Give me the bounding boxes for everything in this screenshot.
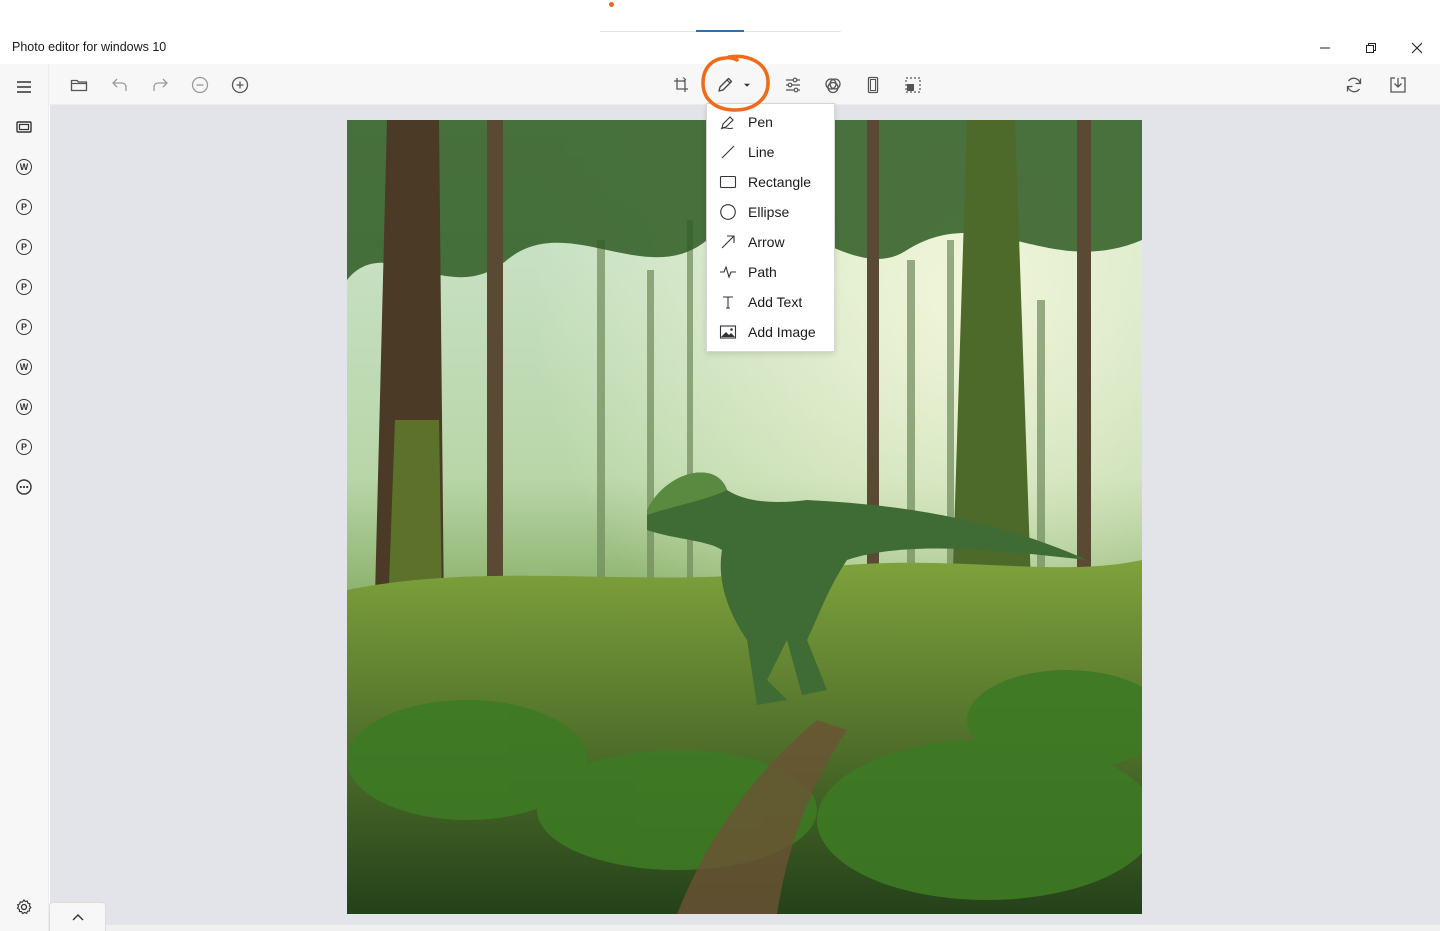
ellipse-icon [719, 203, 737, 221]
rail-item-w2[interactable]: W [12, 355, 36, 379]
minimize-button[interactable] [1302, 32, 1348, 63]
redo-icon [153, 78, 168, 91]
menu-item-label: Ellipse [748, 204, 790, 220]
menu-icon [17, 81, 31, 93]
zoom-out-button[interactable] [187, 72, 213, 98]
close-button[interactable] [1394, 32, 1440, 63]
rail-item-p1[interactable]: P [12, 195, 36, 219]
rail-item-w3[interactable]: W [12, 395, 36, 419]
path-icon [719, 263, 737, 281]
redo-button[interactable] [147, 72, 173, 98]
restore-button[interactable] [1348, 32, 1394, 63]
menu-item-label: Path [748, 264, 777, 280]
menu-item-add-text[interactable]: Add Text [707, 287, 834, 317]
text-icon [719, 293, 737, 311]
menu-item-label: Arrow [748, 234, 785, 250]
pen-icon [718, 77, 733, 92]
crop-portrait-icon [867, 76, 879, 94]
rail-film-button[interactable] [12, 115, 36, 139]
refresh-button[interactable] [1341, 72, 1367, 98]
menu-item-label: Add Text [748, 294, 803, 310]
close-icon [1411, 42, 1423, 53]
left-rail: W P P P P W W P [0, 64, 49, 931]
menu-item-arrow[interactable]: Arrow [707, 227, 834, 257]
rail-item-p2[interactable]: P [12, 235, 36, 259]
notification-dot [609, 2, 614, 7]
adjust-button[interactable] [780, 72, 806, 98]
dropdown-caret-icon [744, 83, 750, 87]
film-icon [16, 121, 32, 133]
aspect-button[interactable] [860, 72, 886, 98]
circle-letter-icon: P [16, 279, 32, 295]
menu-item-line[interactable]: Line [707, 137, 834, 167]
zoom-in-icon [231, 76, 249, 94]
folder-open-icon [70, 79, 88, 92]
rail-item-p5[interactable]: P [12, 435, 36, 459]
line-icon [719, 143, 737, 161]
circle-letter-icon: W [16, 159, 32, 175]
filter-button[interactable] [820, 72, 846, 98]
rectangle-icon [719, 173, 737, 191]
undo-button[interactable] [107, 72, 133, 98]
bottom-strip [50, 925, 1440, 931]
circle-letter-icon: P [16, 199, 32, 215]
select-region-button[interactable] [900, 72, 926, 98]
pen-tool-icon [719, 113, 737, 131]
rail-item-w1[interactable]: W [12, 155, 36, 179]
draw-tools-menu: Pen Line Rectangle Ellipse Arrow Path Ad… [706, 103, 835, 352]
main-toolbar [49, 64, 1440, 105]
rotate-icon [674, 77, 688, 92]
refresh-icon [1346, 77, 1362, 93]
menu-item-add-image[interactable]: Add Image [707, 317, 834, 347]
title-bar: Photo editor for windows 10 [0, 32, 1440, 63]
arrow-icon [719, 233, 737, 251]
zoom-out-icon [191, 76, 209, 94]
rail-menu-button[interactable] [12, 75, 36, 99]
minimize-icon [1320, 47, 1330, 48]
settings-button[interactable] [12, 895, 36, 919]
menu-item-pen[interactable]: Pen [707, 107, 834, 137]
menu-item-label: Add Image [748, 324, 816, 340]
draw-button[interactable] [712, 72, 738, 98]
zoom-in-button[interactable] [227, 72, 253, 98]
rail-item-p3[interactable]: P [12, 275, 36, 299]
circle-letter-icon: W [16, 359, 32, 375]
app-title: Photo editor for windows 10 [12, 40, 167, 54]
chevron-up-icon [72, 914, 83, 921]
menu-item-label: Line [748, 144, 775, 160]
circle-letter-icon: W [16, 399, 32, 415]
circle-letter-icon: P [16, 439, 32, 455]
menu-item-path[interactable]: Path [707, 257, 834, 287]
open-file-button[interactable] [66, 72, 92, 98]
collapse-panel-button[interactable] [49, 902, 106, 931]
circle-letter-icon: P [16, 239, 32, 255]
save-download-icon [1390, 77, 1406, 93]
menu-item-label: Rectangle [748, 174, 812, 190]
save-button[interactable] [1385, 72, 1411, 98]
more-icon [16, 479, 32, 495]
rail-item-p4[interactable]: P [12, 315, 36, 339]
menu-item-ellipse[interactable]: Ellipse [707, 197, 834, 227]
restore-icon [1366, 42, 1376, 53]
select-region-icon [905, 77, 921, 93]
adjust-sliders-icon [786, 77, 800, 93]
draw-dropdown-button[interactable] [740, 72, 754, 98]
undo-icon [112, 78, 127, 91]
menu-item-rectangle[interactable]: Rectangle [707, 167, 834, 197]
circle-letter-icon: P [16, 319, 32, 335]
image-icon [719, 323, 737, 341]
rail-more-button[interactable] [12, 475, 36, 499]
filter-icon [825, 78, 841, 94]
rotate-button[interactable] [668, 72, 694, 98]
menu-item-label: Pen [748, 114, 773, 130]
gear-icon [16, 899, 32, 915]
